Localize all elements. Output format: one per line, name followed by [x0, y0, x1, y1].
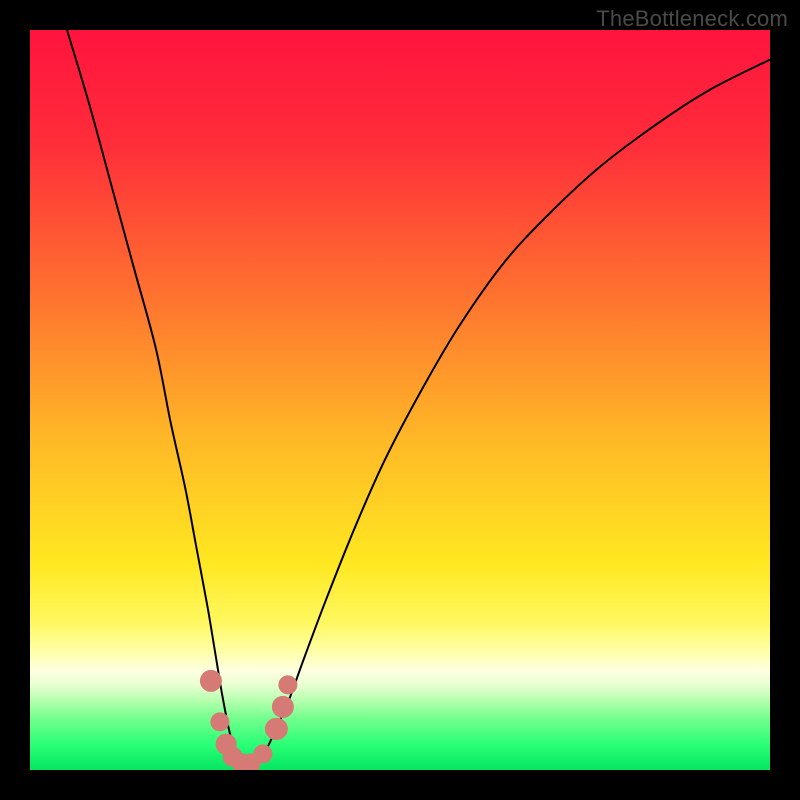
curve-layer [30, 30, 770, 770]
chart-frame: TheBottleneck.com [0, 0, 800, 800]
plot-area [30, 30, 770, 770]
watermark-text: TheBottleneck.com [596, 6, 788, 32]
bottleneck-curve [67, 30, 770, 768]
